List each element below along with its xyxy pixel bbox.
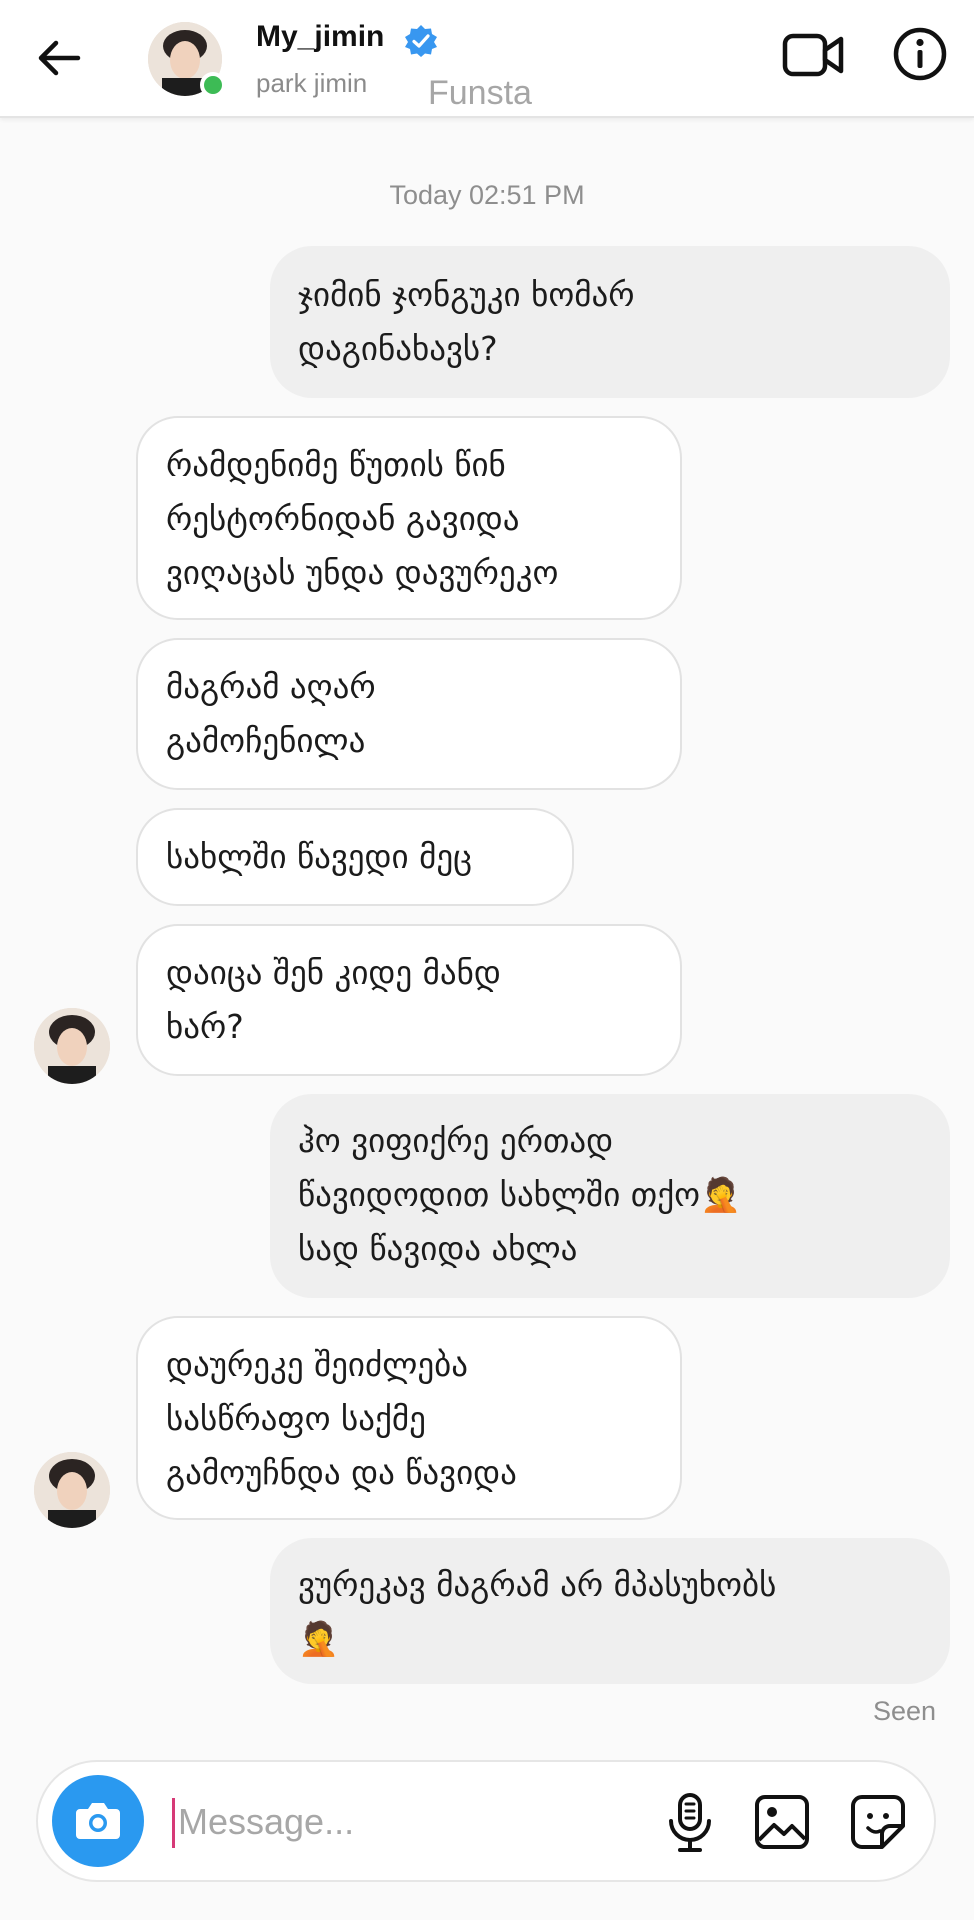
- message-line: 🤦: [298, 1619, 340, 1658]
- message-line: რამდენიმე წუთის წინ: [166, 445, 506, 484]
- chat-username[interactable]: My_jimin: [256, 20, 384, 54]
- camera-button[interactable]: [52, 1775, 144, 1867]
- verified-badge-icon: [404, 24, 438, 58]
- sticker-icon: [851, 1795, 905, 1849]
- message-bubble-sent[interactable]: ჰო ვიფიქრე ერთად წავიდოდით სახლში თქო🤦 ს…: [270, 1094, 950, 1298]
- conversation-timestamp: Today 02:51 PM: [389, 180, 585, 210]
- message-line: ჯიმინ ჯონგუკი ხომარ: [298, 275, 635, 314]
- video-call-button[interactable]: [782, 26, 846, 84]
- sticker-button[interactable]: [848, 1792, 908, 1852]
- gallery-button[interactable]: [752, 1792, 812, 1852]
- info-icon: [893, 27, 947, 81]
- message-line: მაგრამ აღარ: [166, 667, 376, 706]
- message-line: ხარ?: [166, 1007, 244, 1046]
- message-bubble-received[interactable]: სახლში წავედი მეც: [136, 808, 574, 906]
- profile-avatar[interactable]: [148, 22, 226, 98]
- arrow-left-icon: [38, 40, 81, 76]
- message-bubble-received[interactable]: დაიცა შენ კიდე მანდ ხარ?: [136, 924, 682, 1076]
- avatar-image: [34, 1008, 110, 1084]
- message-line: დაურეკე შეიძლება: [166, 1345, 468, 1384]
- microphone-icon: [669, 1793, 711, 1852]
- online-status-dot: [200, 72, 226, 98]
- message-line: რესტორნიდან გავიდა: [166, 499, 520, 538]
- video-camera-icon: [782, 33, 844, 77]
- info-button[interactable]: [892, 26, 948, 82]
- voice-message-button[interactable]: [658, 1790, 722, 1854]
- message-bubble-received[interactable]: დაურეკე შეიძლება სასწრაფო საქმე გამოუჩნდ…: [136, 1316, 682, 1520]
- sender-avatar[interactable]: [34, 1008, 110, 1084]
- message-composer: [36, 1760, 936, 1882]
- sender-avatar[interactable]: [34, 1452, 110, 1528]
- message-bubble-sent[interactable]: ვურეკავ მაგრამ არ მპასუხობს 🤦: [270, 1538, 950, 1684]
- message-line: სასწრაფო საქმე: [166, 1399, 426, 1438]
- message-bubble-received[interactable]: რამდენიმე წუთის წინ რესტორნიდან გავიდა ვ…: [136, 416, 682, 620]
- chat-subname: park jimin: [256, 68, 368, 98]
- chat-header: My_jimin park jimin Funsta: [0, 0, 974, 118]
- message-bubble-received[interactable]: მაგრამ აღარ გამოჩენილა: [136, 638, 682, 790]
- back-button[interactable]: [30, 28, 90, 88]
- message-line: დაგინახავს?: [298, 329, 498, 368]
- message-line: ჰო ვიფიქრე ერთად: [298, 1121, 614, 1160]
- message-line: ვიღაცას უნდა დავურეკო: [166, 553, 559, 592]
- message-line: ვურეკავ მაგრამ არ მპასუხობს: [298, 1565, 777, 1604]
- seen-status: Seen: [872, 1696, 936, 1726]
- text-cursor: [172, 1798, 175, 1848]
- message-line: სახლში წავედი მეც: [166, 837, 472, 876]
- overlay-caption: Funsta: [428, 74, 532, 112]
- message-line: გამოჩენილა: [166, 721, 366, 760]
- camera-icon: [76, 1803, 120, 1839]
- image-icon: [755, 1795, 809, 1849]
- message-input[interactable]: [178, 1788, 638, 1856]
- message-bubble-sent[interactable]: ჯიმინ ჯონგუკი ხომარ დაგინახავს?: [270, 246, 950, 398]
- avatar-image: [34, 1452, 110, 1528]
- message-line: დაიცა შენ კიდე მანდ: [166, 953, 501, 992]
- message-line: გამოუჩნდა და წავიდა: [166, 1453, 517, 1492]
- message-line: წავიდოდით სახლში თქო🤦: [298, 1175, 742, 1214]
- message-line: სად წავიდა ახლა: [298, 1229, 578, 1268]
